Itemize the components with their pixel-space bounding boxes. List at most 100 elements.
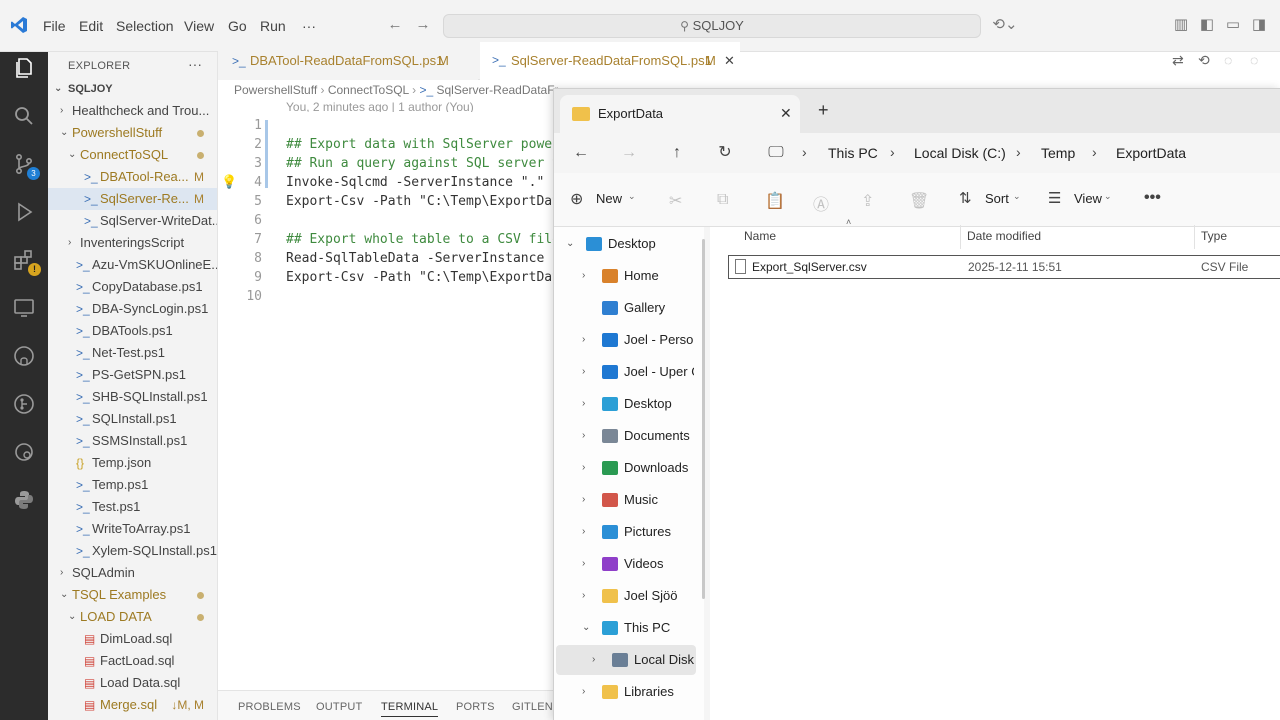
tree-item[interactable]: >_ Test.ps1: [48, 496, 217, 518]
tree-item[interactable]: ⌄ LOAD DATA: [48, 606, 217, 628]
delete-icon[interactable]: 🗑: [909, 191, 929, 211]
chevron-right-icon[interactable]: ›: [582, 549, 585, 579]
column-divider[interactable]: [1194, 225, 1195, 249]
previous-change-icon[interactable]: ◌: [1224, 52, 1232, 68]
tree-item[interactable]: ▤ DimLoad.sql: [48, 628, 217, 650]
toggle-sidebar-icon[interactable]: ▥: [1172, 16, 1190, 34]
path-local-disk[interactable]: Local Disk (C:): [914, 145, 1006, 161]
chevron-right-icon[interactable]: ›: [68, 232, 71, 254]
run-debug-icon[interactable]: [12, 200, 36, 224]
menu-more[interactable]: ···: [302, 18, 316, 34]
this-pc-monitor-icon[interactable]: 🖵: [764, 141, 788, 165]
chevron-right-icon[interactable]: ›: [60, 100, 63, 122]
back-arrow-icon[interactable]: ←: [569, 141, 593, 165]
chevron-right-icon[interactable]: ›: [582, 389, 585, 419]
chevron-right-icon[interactable]: ›: [592, 645, 595, 675]
tab-output[interactable]: OUTPUT: [316, 701, 362, 713]
chevron-right-icon[interactable]: ›: [582, 677, 585, 707]
tree-item[interactable]: >_ Temp.ps1: [48, 474, 217, 496]
tree-item[interactable]: >_ Net-Test.ps1: [48, 342, 217, 364]
github-icon[interactable]: [12, 344, 36, 368]
column-date-modified[interactable]: Date modified: [967, 229, 1041, 243]
path-this-pc[interactable]: This PC: [828, 145, 878, 161]
next-change-icon[interactable]: ◌: [1250, 52, 1258, 68]
chevron-down-icon[interactable]: ⌄: [60, 122, 68, 144]
tree-item[interactable]: >_ SqlServer-WriteDat...: [48, 210, 217, 232]
sidebar-more-button[interactable]: ···: [188, 56, 202, 72]
cut-icon[interactable]: ✂: [669, 191, 682, 211]
tree-item[interactable]: >_ SHB-SQLInstall.ps1: [48, 386, 217, 408]
more-options-button[interactable]: •••: [1144, 189, 1161, 207]
extensions-icon[interactable]: !: [12, 248, 41, 276]
nav-item[interactable]: Gallery: [554, 293, 694, 323]
chevron-right-icon[interactable]: ›: [582, 325, 585, 355]
chevron-right-icon[interactable]: ›: [582, 485, 585, 515]
nav-item[interactable]: › Local Disk (C:: [556, 645, 696, 675]
up-arrow-icon[interactable]: ↑: [665, 141, 689, 165]
explorer-tab-exportdata[interactable]: ExportData ✕: [560, 95, 800, 133]
tree-item[interactable]: >_ CopyDatabase.ps1: [48, 276, 217, 298]
menu-edit[interactable]: Edit: [79, 18, 103, 34]
rename-icon[interactable]: Ⓐ: [813, 191, 829, 215]
menu-run[interactable]: Run: [260, 18, 286, 34]
tree-item[interactable]: >_ DBATools.ps1: [48, 320, 217, 342]
close-tab-icon[interactable]: ✕: [780, 105, 792, 122]
tree-item[interactable]: ⌄ TSQL Examples: [48, 584, 217, 606]
share-icon[interactable]: ⇪: [861, 191, 874, 211]
explorer-files-icon[interactable]: [12, 56, 36, 80]
toggle-secondary-sidebar-icon[interactable]: ◨: [1250, 16, 1268, 34]
compare-changes-icon[interactable]: ⇄: [1172, 52, 1184, 69]
search-icon[interactable]: [12, 104, 36, 128]
tree-item[interactable]: >_ DBATool-Rea... M: [48, 166, 217, 188]
forward-arrow-icon[interactable]: →: [617, 141, 641, 165]
nav-item[interactable]: › Joel Sjöö: [554, 581, 694, 611]
nav-item[interactable]: › Pictures: [554, 517, 694, 547]
column-type[interactable]: Type: [1201, 229, 1227, 243]
toggle-primary-sidebar-icon[interactable]: ◧: [1198, 16, 1216, 34]
new-button[interactable]: ⊕ New ⌄: [570, 189, 636, 211]
chevron-right-icon[interactable]: ›: [582, 421, 585, 451]
tab-dbatool-readdatafromsql[interactable]: >_ DBATool-ReadDataFromSQL.ps1 M: [218, 42, 478, 80]
chevron-right-icon[interactable]: ›: [582, 517, 585, 547]
code-line[interactable]: ## Run a query against SQL server t: [286, 154, 560, 173]
tree-item[interactable]: >_ WriteToArray.ps1: [48, 518, 217, 540]
breadcrumb-item[interactable]: ConnectToSQL: [328, 83, 409, 97]
chevron-right-icon[interactable]: ›: [582, 261, 585, 291]
python-icon[interactable]: [12, 488, 36, 512]
menu-selection[interactable]: Selection: [116, 18, 174, 34]
nav-item[interactable]: › Home: [554, 261, 694, 291]
navigation-scrollbar[interactable]: [702, 239, 705, 599]
code-line[interactable]: Read-SqlTableData -ServerInstance ": [286, 249, 560, 268]
column-divider[interactable]: [960, 225, 961, 249]
tree-item[interactable]: >_ DBA-SyncLogin.ps1: [48, 298, 217, 320]
menu-go[interactable]: Go: [228, 18, 247, 34]
path-exportdata[interactable]: ExportData: [1116, 145, 1186, 161]
tree-item[interactable]: >_ Xylem-SQLInstall.ps1: [48, 540, 217, 562]
tree-item[interactable]: ⌄ PowershellStuff: [48, 122, 217, 144]
tree-item[interactable]: >_ SqlServer-Re... M: [48, 188, 217, 210]
tree-item[interactable]: >_ SQLInstall.ps1: [48, 408, 217, 430]
menu-view[interactable]: View: [184, 18, 214, 34]
chevron-right-icon[interactable]: ›: [582, 581, 585, 611]
view-button[interactable]: ☰ View ⌄: [1048, 189, 1112, 211]
nav-item[interactable]: › Desktop: [554, 389, 694, 419]
breadcrumb-item[interactable]: SqlServer-ReadDataFromSQL.ps1: [436, 83, 558, 97]
back-arrow-icon[interactable]: ←: [386, 16, 404, 34]
file-row[interactable]: Export_SqlServer.csv 2025-12-11 15:51 CS…: [728, 255, 1280, 279]
database-icon[interactable]: [12, 440, 36, 464]
menu-file[interactable]: File: [43, 18, 66, 34]
tree-item[interactable]: >_ SSMSInstall.ps1: [48, 430, 217, 452]
nav-item[interactable]: › Libraries: [554, 677, 694, 707]
code-line[interactable]: Invoke-Sqlcmd -ServerInstance "." -: [286, 173, 560, 192]
chevron-down-icon[interactable]: ⌄: [60, 584, 68, 606]
nav-item[interactable]: › Documents: [554, 421, 694, 451]
timeline-back-icon[interactable]: ⟲: [1198, 52, 1210, 69]
chevron-down-icon[interactable]: ⌄: [582, 613, 590, 643]
tree-item[interactable]: >_ PS-GetSPN.ps1: [48, 364, 217, 386]
new-tab-button[interactable]: +: [818, 100, 829, 121]
nav-item[interactable]: › Downloads: [554, 453, 694, 483]
chevron-right-icon[interactable]: ›: [60, 562, 63, 584]
toggle-panel-icon[interactable]: ▭: [1224, 16, 1242, 34]
tree-item[interactable]: ⌄ ConnectToSQL: [48, 144, 217, 166]
nav-item[interactable]: › Joel - Personal: [554, 325, 694, 355]
